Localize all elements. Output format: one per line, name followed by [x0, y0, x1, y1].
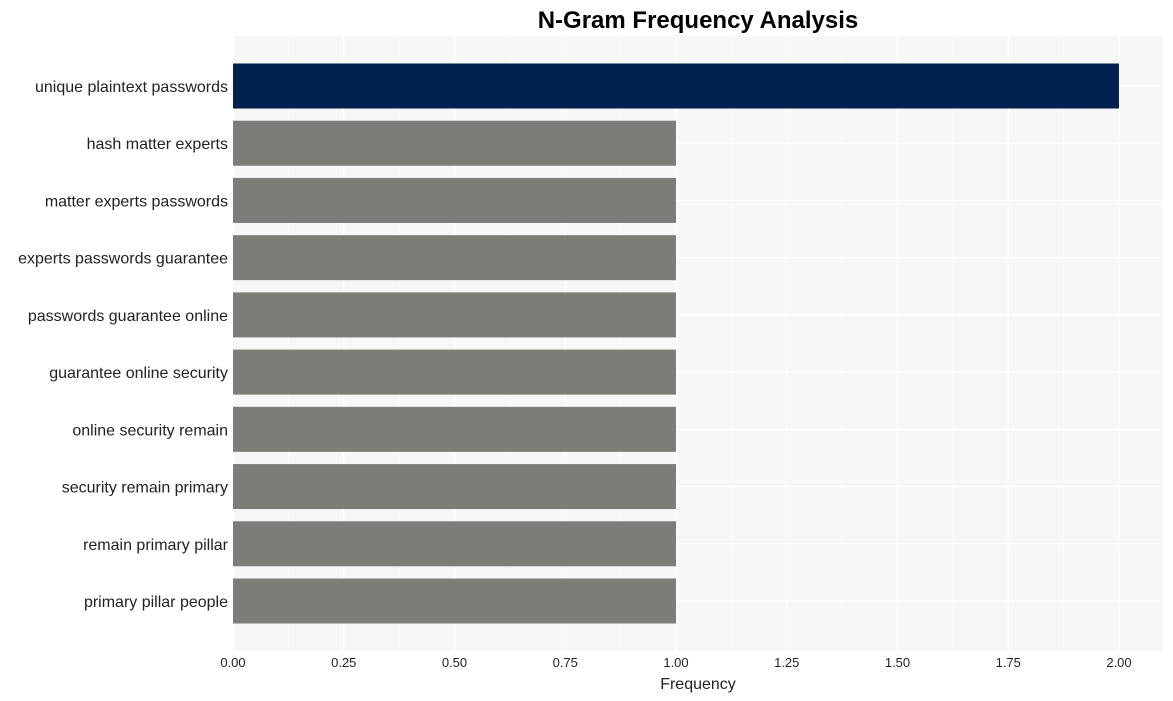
- y-axis-labels: unique plaintext passwords hash matter ex…: [18, 79, 229, 611]
- x-tick-label: 1.50: [885, 655, 910, 670]
- bar-matter-experts-passwords: [233, 177, 676, 223]
- y-tick-label: experts passwords guarantee: [18, 251, 228, 268]
- x-tick-label: 1.25: [774, 655, 799, 670]
- chart-title: N-Gram Frequency Analysis: [538, 7, 859, 34]
- bar-remain-primary-pillar: [233, 521, 676, 567]
- bar-online-security-remain: [233, 406, 676, 452]
- y-tick-label: remain primary pillar: [83, 537, 229, 554]
- x-tick-label: 1.75: [996, 655, 1021, 670]
- x-axis-ticks: 0.00 0.25 0.50 0.75 1.00 1.25 1.50 1.75 2.00: [220, 655, 1131, 670]
- y-tick-label: security remain primary: [62, 480, 228, 497]
- bar-hash-matter-experts: [233, 120, 676, 166]
- x-tick-label: 0.00: [220, 655, 245, 670]
- bar-unique-plaintext-passwords: [233, 63, 1119, 109]
- y-tick-label: online security remain: [72, 422, 228, 439]
- bar-experts-passwords-guarantee: [233, 235, 676, 281]
- x-tick-label: 1.00: [663, 655, 688, 670]
- x-tick-label: 0.50: [442, 655, 467, 670]
- y-tick-label: passwords guarantee online: [28, 308, 228, 325]
- x-axis-label: Frequency: [660, 676, 736, 693]
- y-tick-label: matter experts passwords: [45, 193, 228, 210]
- bar-passwords-guarantee-online: [233, 292, 676, 338]
- bar-security-remain-primary: [233, 464, 676, 510]
- x-tick-label: 0.75: [553, 655, 578, 670]
- x-tick-label: 0.25: [331, 655, 356, 670]
- bar-guarantee-online-security: [233, 349, 676, 395]
- bar-primary-pillar-people: [233, 578, 676, 624]
- y-tick-label: hash matter experts: [87, 136, 228, 153]
- y-tick-label: primary pillar people: [84, 594, 228, 611]
- ngram-bar-chart: unique plaintext passwords hash matter ex…: [18, 7, 1162, 693]
- y-tick-label: guarantee online security: [49, 365, 228, 382]
- x-tick-label: 2.00: [1106, 655, 1131, 670]
- y-tick-label: unique plaintext passwords: [35, 79, 228, 96]
